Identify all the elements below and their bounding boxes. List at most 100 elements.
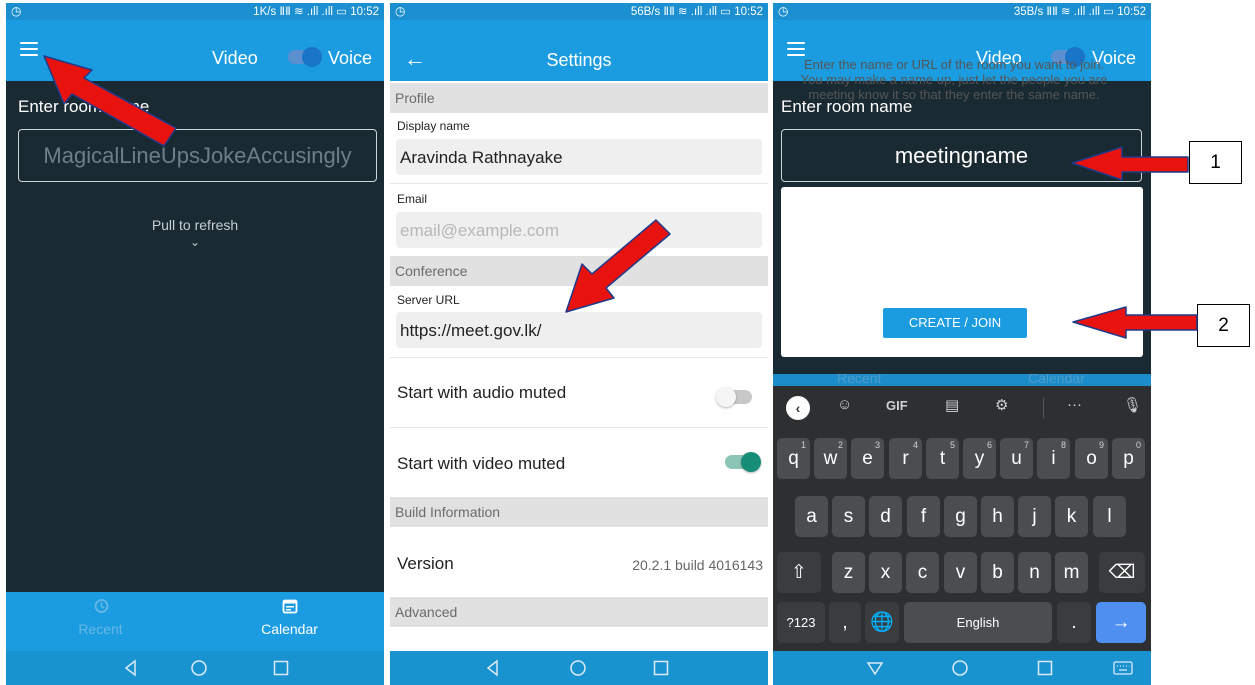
- tab-recent-label: Recent: [78, 621, 123, 637]
- key-i[interactable]: i8: [1037, 438, 1070, 479]
- tab-recent[interactable]: Recent: [6, 592, 195, 651]
- key-y[interactable]: y6: [963, 438, 996, 479]
- shift-key[interactable]: ⇧: [777, 552, 821, 593]
- status-bar: ◷ 35B/s ⅡⅡ ≋ .ıll .ıll ▭ 10:52: [773, 3, 1151, 20]
- divider: [390, 357, 768, 358]
- shift-key-label: ⇧: [791, 562, 807, 583]
- audio-muted-switch[interactable]: [716, 387, 752, 407]
- key-k-label: k: [1066, 506, 1077, 527]
- backspace-key[interactable]: ⌫: [1099, 552, 1145, 593]
- key-u-hint: 7: [1023, 440, 1029, 450]
- divider: [390, 427, 768, 428]
- key-i-hint: 8: [1060, 440, 1066, 450]
- key-o-label: o: [1086, 448, 1097, 469]
- callout-1: 1: [1189, 141, 1242, 184]
- key-t-label: t: [939, 448, 946, 469]
- key-h[interactable]: h: [981, 496, 1014, 537]
- create-join-button[interactable]: CREATE / JOIN: [883, 308, 1027, 338]
- microphone-icon[interactable]: 🎙: [1123, 396, 1142, 414]
- key-g[interactable]: g: [944, 496, 977, 537]
- key-a[interactable]: a: [795, 496, 828, 537]
- key-q-label: q: [788, 448, 799, 469]
- clipboard-icon[interactable]: ▤: [945, 396, 959, 414]
- hamburger-menu-icon[interactable]: [20, 42, 38, 56]
- key-w[interactable]: w2: [814, 438, 847, 479]
- whatsapp-icon: ◷: [395, 4, 406, 18]
- emoji-comma-key[interactable]: ,: [829, 602, 861, 643]
- key-z[interactable]: z: [832, 552, 865, 593]
- settings-gear-icon[interactable]: ⚙: [995, 396, 1008, 414]
- language-globe-icon[interactable]: 🌐: [865, 602, 899, 643]
- nav-home-icon[interactable]: [190, 659, 208, 677]
- key-j[interactable]: j: [1018, 496, 1051, 537]
- display-name-field[interactable]: Aravinda Rathnayake: [396, 139, 762, 175]
- key-b[interactable]: b: [981, 552, 1014, 593]
- pull-to-refresh-text: Pull to refresh: [151, 217, 239, 233]
- key-m[interactable]: m: [1055, 552, 1088, 593]
- key-r[interactable]: r4: [889, 438, 922, 479]
- key-k[interactable]: k: [1055, 496, 1088, 537]
- gif-button[interactable]: GIF: [886, 398, 908, 413]
- video-voice-toggle[interactable]: [288, 47, 322, 67]
- more-options-icon[interactable]: ···: [1067, 396, 1082, 413]
- key-o[interactable]: o9: [1075, 438, 1108, 479]
- video-muted-switch[interactable]: [725, 452, 761, 472]
- key-e[interactable]: e3: [851, 438, 884, 479]
- key-c[interactable]: c: [906, 552, 939, 593]
- enter-key[interactable]: →: [1096, 602, 1146, 643]
- room-name-input[interactable]: meetingname: [781, 129, 1142, 182]
- key-f-label: f: [920, 506, 927, 527]
- whatsapp-icon: ◷: [11, 4, 22, 18]
- key-i-label: i: [1051, 448, 1056, 469]
- language-globe-icon-label: 🌐: [870, 612, 894, 633]
- nav-down-icon[interactable]: [866, 659, 884, 677]
- key-o-hint: 9: [1098, 440, 1104, 450]
- nav-back-icon[interactable]: [484, 659, 502, 677]
- key-d[interactable]: d: [869, 496, 902, 537]
- backspace-key-label: ⌫: [1108, 562, 1136, 583]
- callout-2: 2: [1197, 304, 1250, 347]
- space-bar[interactable]: English: [904, 602, 1052, 643]
- key-v[interactable]: v: [944, 552, 977, 593]
- app-bar: ← Settings: [390, 20, 768, 81]
- keyboard-collapse-icon[interactable]: ‹: [786, 396, 810, 420]
- video-muted-label: Start with video muted: [397, 454, 566, 473]
- bottom-tab-bar: Recent Calendar: [6, 592, 384, 651]
- key-y-hint: 6: [986, 440, 992, 450]
- key-s[interactable]: s: [832, 496, 865, 537]
- hamburger-menu-icon[interactable]: [787, 42, 805, 56]
- key-t[interactable]: t5: [926, 438, 959, 479]
- nav-home-icon[interactable]: [951, 659, 969, 677]
- nav-back-icon[interactable]: [122, 659, 140, 677]
- key-n[interactable]: n: [1018, 552, 1051, 593]
- email-label: Email: [397, 192, 428, 206]
- key-d-label: d: [880, 506, 891, 527]
- server-url-field[interactable]: https://meet.gov.lk/: [396, 312, 762, 348]
- nav-home-icon[interactable]: [569, 659, 587, 677]
- audio-muted-label: Start with audio muted: [397, 383, 567, 402]
- keyboard-switch-icon[interactable]: [1113, 659, 1133, 677]
- key-p[interactable]: p0: [1112, 438, 1145, 479]
- system-nav-bar: [6, 651, 384, 685]
- key-l-label: l: [1107, 506, 1112, 527]
- email-field[interactable]: email@example.com: [396, 212, 762, 248]
- tab-calendar[interactable]: Calendar: [195, 592, 384, 651]
- section-build-information: Build Information: [390, 497, 768, 527]
- sticker-icon[interactable]: ☺: [837, 396, 852, 413]
- key-m-label: m: [1063, 562, 1080, 583]
- nav-recents-icon[interactable]: [1036, 659, 1054, 677]
- key-w-hint: 2: [837, 440, 843, 450]
- room-name-input[interactable]: MagicalLineUpsJokeAccusingly: [18, 129, 377, 182]
- system-nav-bar: [773, 651, 1151, 685]
- symbols-key[interactable]: ?123: [777, 602, 825, 643]
- key-q[interactable]: q1: [777, 438, 810, 479]
- tab-calendar-label: Calendar: [261, 621, 318, 637]
- key-u[interactable]: u7: [1000, 438, 1033, 479]
- symbols-key-label: ?123: [786, 615, 816, 630]
- period-key[interactable]: .: [1057, 602, 1091, 643]
- nav-recents-icon[interactable]: [272, 659, 290, 677]
- key-f[interactable]: f: [907, 496, 940, 537]
- key-l[interactable]: l: [1093, 496, 1126, 537]
- nav-recents-icon[interactable]: [652, 659, 670, 677]
- key-x[interactable]: x: [869, 552, 902, 593]
